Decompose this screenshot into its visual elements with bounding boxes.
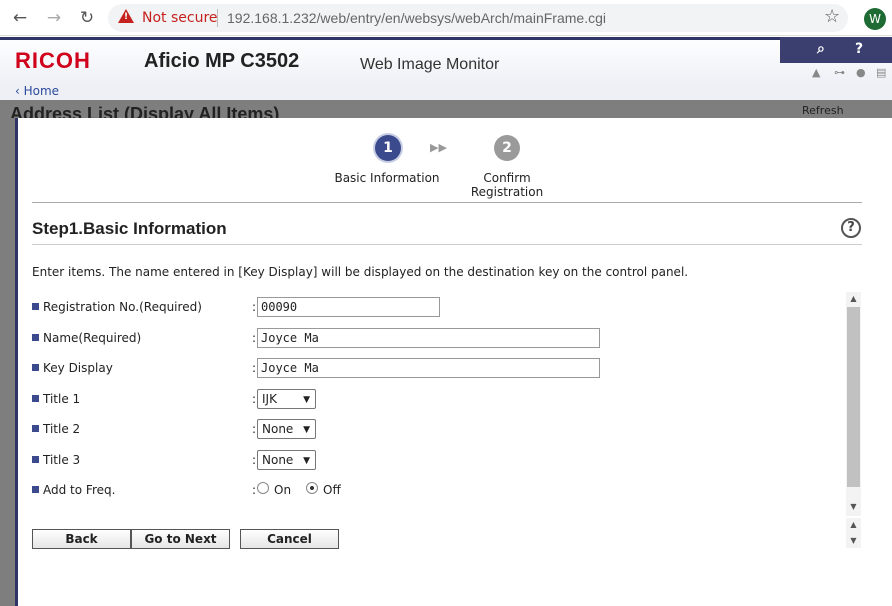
title1-select[interactable]: IJK ▼ — [257, 389, 316, 409]
bullet-icon — [32, 486, 39, 493]
instructions-text: Enter items. The name entered in [Key Di… — [32, 265, 689, 279]
colon: : — [252, 453, 257, 467]
registration-no-row-label: Registration No.(Required) — [32, 300, 202, 314]
dropdown-arrow-icon: ▼ — [303, 395, 310, 405]
go-to-next-button[interactable]: Go to Next — [131, 529, 230, 549]
registration-no-label: Registration No.(Required) — [43, 300, 202, 314]
freq-off-radio[interactable] — [306, 482, 318, 494]
title2-value: None — [262, 422, 294, 436]
cancel-button[interactable]: Cancel — [240, 529, 339, 549]
dialog-scroll-down-icon[interactable]: ▼ — [846, 536, 861, 545]
title1-label: Title 1 — [43, 392, 81, 406]
warning-icon: ! — [118, 9, 134, 23]
step-1-label: Basic Information — [334, 171, 440, 185]
key-display-input[interactable]: Joyce Ma — [257, 358, 600, 378]
dialog-scroll-up-icon[interactable]: ▲ — [846, 520, 861, 529]
reload-icon[interactable]: ↻ — [75, 6, 99, 30]
bookmark-star-icon[interactable]: ☆ — [824, 6, 840, 27]
freq-row-label: Add to Freq. — [32, 483, 115, 497]
bullet-icon — [32, 364, 39, 371]
device-model: Aficio MP C3502 — [144, 50, 300, 72]
colon: : — [252, 300, 257, 314]
freq-label: Add to Freq. — [43, 483, 116, 497]
back-arrow-icon[interactable]: ← — [8, 6, 32, 30]
step-2-label-line2: Registration — [470, 185, 544, 199]
step-2-label-line1: Confirm — [483, 171, 531, 185]
title3-label: Title 3 — [43, 453, 81, 467]
profile-avatar[interactable]: W — [864, 8, 886, 30]
name-label: Name(Required) — [43, 331, 142, 345]
url-text[interactable]: 192.168.1.232/web/entry/en/websys/webArc… — [227, 10, 606, 26]
title3-select[interactable]: None ▼ — [257, 450, 316, 470]
registration-no-input[interactable]: 00090 — [257, 297, 440, 317]
breadcrumb-bar — [0, 84, 892, 100]
key-display-row-label: Key Display — [32, 361, 113, 375]
wizard-steps — [32, 121, 862, 203]
title2-label: Title 2 — [43, 422, 81, 436]
security-status[interactable]: Not secure — [142, 10, 218, 26]
ricoh-logo: RICOH — [15, 48, 91, 73]
title3-value: None — [262, 453, 294, 467]
bullet-icon — [32, 303, 39, 310]
colon: : — [252, 361, 257, 375]
scroll-up-icon[interactable]: ▲ — [846, 294, 861, 303]
back-button[interactable]: Back — [32, 529, 131, 549]
help-icon[interactable]: ? — [841, 218, 861, 238]
title3-row-label: Title 3 — [32, 453, 80, 467]
background-page-title: Address List (Display All Items) — [10, 104, 280, 118]
scrollbar-thumb[interactable] — [847, 307, 860, 487]
bullet-icon — [32, 456, 39, 463]
freq-on-radio[interactable] — [257, 482, 269, 494]
key-display-label: Key Display — [43, 361, 113, 375]
name-input[interactable]: Joyce Ma — [257, 328, 600, 348]
step-1-indicator: 1 — [375, 135, 401, 161]
help-menu-icon[interactable]: ? — [855, 41, 863, 57]
title1-value: IJK — [262, 392, 277, 406]
name-row-label: Name(Required) — [32, 331, 141, 345]
document-icon[interactable]: ▤ — [876, 66, 886, 79]
colon: : — [252, 483, 257, 497]
colon: : — [252, 331, 257, 345]
search-icon[interactable]: ⌕ — [817, 41, 825, 57]
title2-select[interactable]: None ▼ — [257, 419, 316, 439]
colon: : — [252, 392, 257, 406]
url-separator — [217, 9, 218, 27]
title2-row-label: Title 2 — [32, 422, 80, 436]
status-icon[interactable]: ▲ — [812, 66, 820, 79]
bullet-icon — [32, 334, 39, 341]
forward-arrow-icon[interactable]: → — [42, 6, 66, 30]
background-refresh-button: Refresh — [802, 104, 844, 117]
bullet-icon — [32, 425, 39, 432]
scroll-down-icon[interactable]: ▼ — [846, 502, 861, 511]
section-title: Step1.Basic Information — [32, 219, 227, 238]
header-tools-bar — [780, 37, 892, 63]
app-name: Web Image Monitor — [360, 56, 500, 73]
freq-on-label[interactable]: On — [274, 483, 291, 497]
title1-row-label: Title 1 — [32, 392, 80, 406]
dropdown-arrow-icon: ▼ — [303, 456, 310, 466]
breadcrumb-home[interactable]: ‹ Home — [15, 84, 59, 98]
freq-off-label[interactable]: Off — [323, 483, 341, 497]
step-2-indicator: 2 — [494, 135, 520, 161]
bullet-icon — [32, 395, 39, 402]
colon: : — [252, 422, 257, 436]
header-stripe — [0, 37, 892, 40]
section-divider — [32, 244, 862, 245]
chevron-left-icon: ‹ — [15, 84, 24, 98]
user-icon[interactable]: ● — [856, 66, 866, 79]
home-link[interactable]: Home — [24, 84, 59, 98]
dropdown-arrow-icon: ▼ — [303, 425, 310, 435]
double-chevron-icon: ▶▶ — [430, 141, 447, 154]
network-icon[interactable]: ⊶ — [834, 66, 845, 79]
